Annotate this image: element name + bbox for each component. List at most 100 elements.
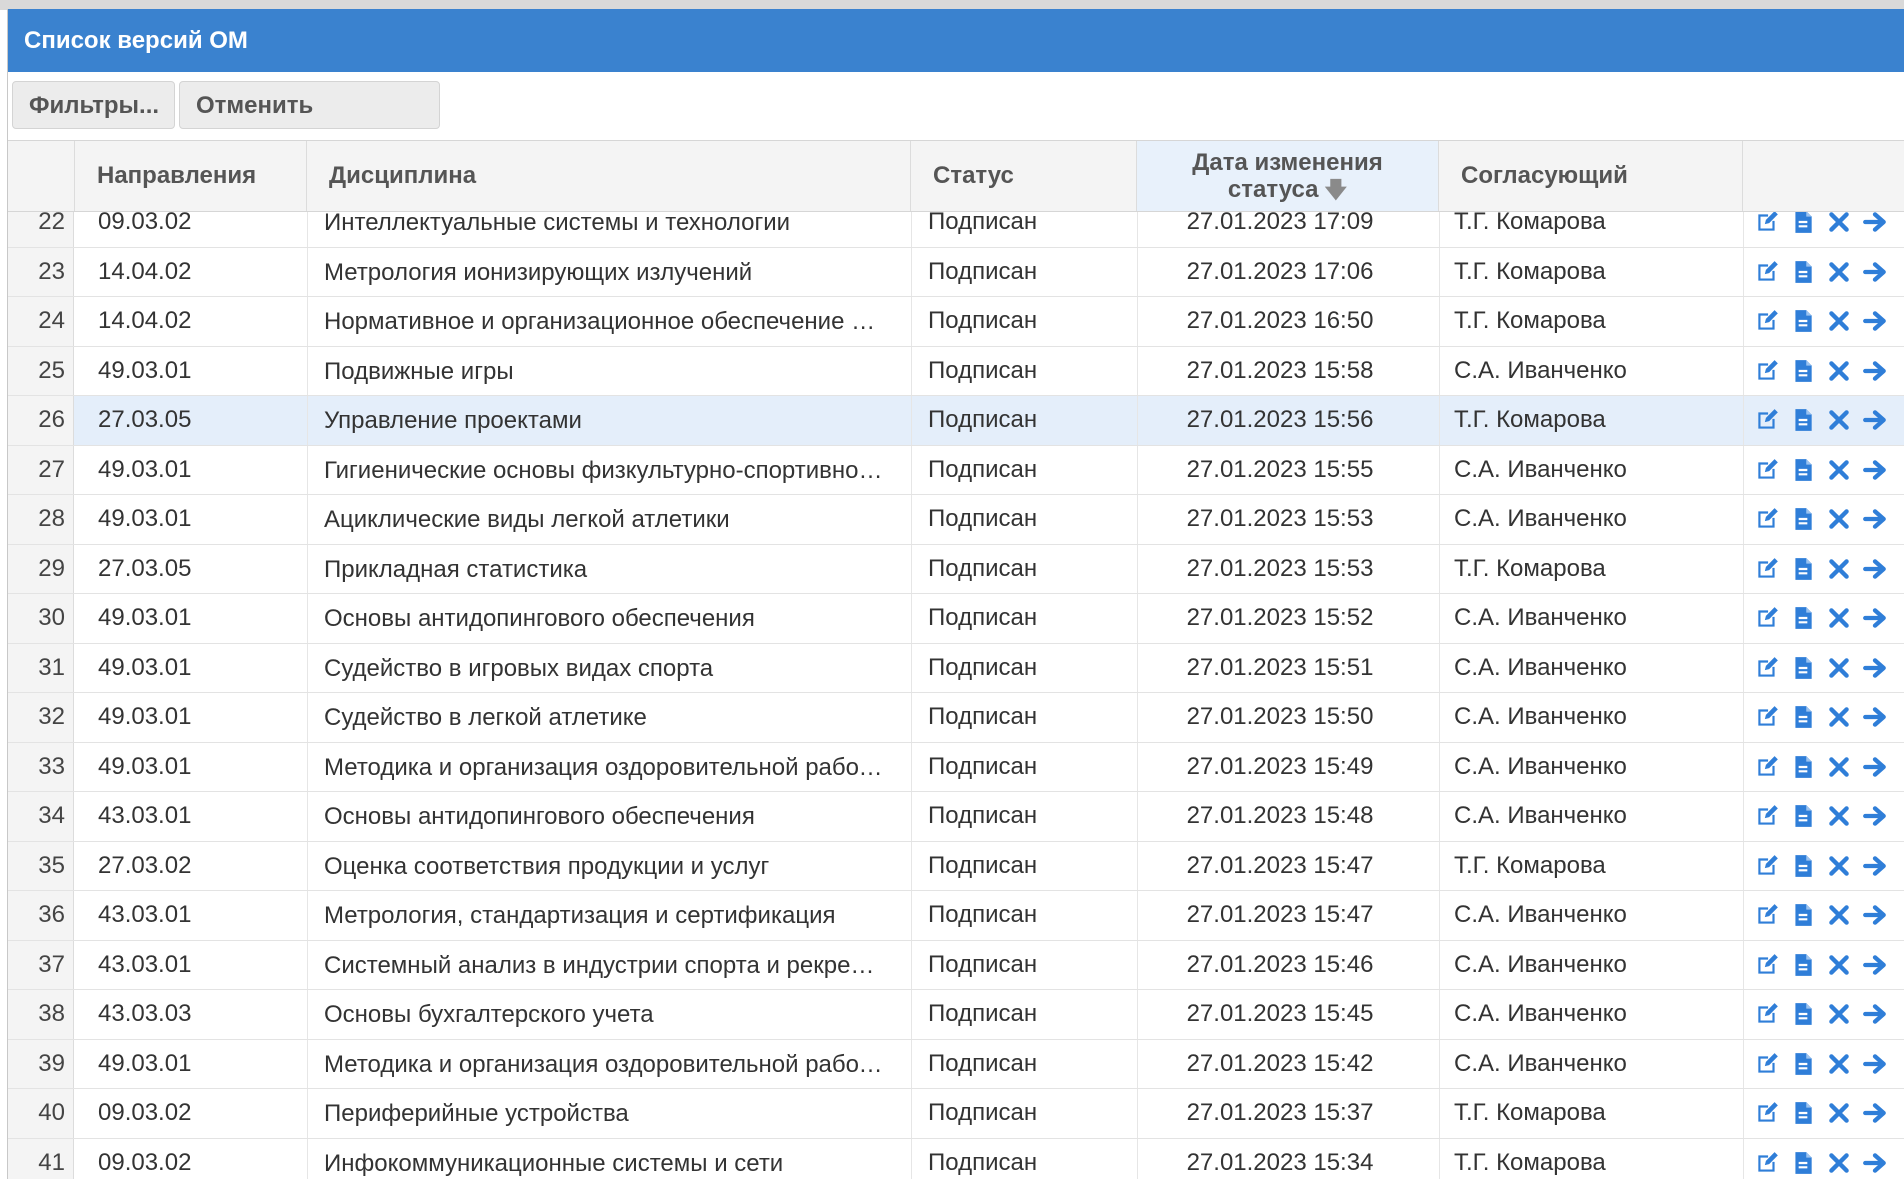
document-button[interactable] [1790, 407, 1816, 433]
edit-button[interactable] [1754, 853, 1780, 879]
open-button[interactable] [1862, 902, 1888, 928]
table-row[interactable]: 23 14.04.02 Метрология ионизирующих излуче… [8, 247, 1904, 297]
open-button[interactable] [1862, 407, 1888, 433]
open-button[interactable] [1862, 704, 1888, 730]
edit-button[interactable] [1754, 457, 1780, 483]
delete-button[interactable] [1826, 259, 1852, 285]
document-button[interactable] [1790, 1001, 1816, 1027]
open-button[interactable] [1862, 358, 1888, 384]
document-button[interactable] [1790, 1051, 1816, 1077]
column-header-approver[interactable]: Согласующий [1439, 141, 1743, 211]
table-row[interactable]: 24 14.04.02 Нормативное и организационное … [8, 297, 1904, 347]
table-row[interactable]: 26 27.03.05 Управление проектами Подписан 27… [8, 396, 1904, 446]
open-button[interactable] [1862, 1001, 1888, 1027]
column-header-direction[interactable]: Направления [75, 141, 307, 211]
table-row[interactable]: 36 43.03.01 Метрология, стандартизация и с… [8, 891, 1904, 941]
open-button[interactable] [1862, 209, 1888, 235]
delete-button[interactable] [1826, 853, 1852, 879]
column-header-date[interactable]: Дата изменения статуса 🡇 [1137, 141, 1439, 211]
document-button[interactable] [1790, 457, 1816, 483]
document-button[interactable] [1790, 952, 1816, 978]
edit-button[interactable] [1754, 704, 1780, 730]
delete-button[interactable] [1826, 803, 1852, 829]
edit-button[interactable] [1754, 754, 1780, 780]
edit-button[interactable] [1754, 1100, 1780, 1126]
document-button[interactable] [1790, 1150, 1816, 1176]
edit-button[interactable] [1754, 1001, 1780, 1027]
edit-button[interactable] [1754, 605, 1780, 631]
delete-button[interactable] [1826, 209, 1852, 235]
delete-button[interactable] [1826, 358, 1852, 384]
delete-button[interactable] [1826, 556, 1852, 582]
edit-button[interactable] [1754, 655, 1780, 681]
delete-button[interactable] [1826, 457, 1852, 483]
edit-button[interactable] [1754, 259, 1780, 285]
table-row[interactable]: 40 09.03.02 Периферийные устройства Подписа… [8, 1089, 1904, 1139]
delete-button[interactable] [1826, 1100, 1852, 1126]
open-button[interactable] [1862, 457, 1888, 483]
open-button[interactable] [1862, 1150, 1888, 1176]
open-button[interactable] [1862, 952, 1888, 978]
edit-button[interactable] [1754, 407, 1780, 433]
document-button[interactable] [1790, 605, 1816, 631]
delete-button[interactable] [1826, 704, 1852, 730]
open-button[interactable] [1862, 853, 1888, 879]
table-row[interactable]: 41 09.03.02 Инфокоммуникационные системы и… [8, 1138, 1904, 1179]
open-button[interactable] [1862, 1051, 1888, 1077]
document-button[interactable] [1790, 209, 1816, 235]
document-button[interactable] [1790, 902, 1816, 928]
table-row[interactable]: 25 49.03.01 Подвижные игры Подписан 27.01.20… [8, 346, 1904, 396]
open-button[interactable] [1862, 259, 1888, 285]
document-button[interactable] [1790, 704, 1816, 730]
table-row[interactable]: 35 27.03.02 Оценка соответствия продукции … [8, 841, 1904, 891]
delete-button[interactable] [1826, 506, 1852, 532]
document-button[interactable] [1790, 853, 1816, 879]
table-row[interactable]: 28 49.03.01 Ациклические виды легкой атлет… [8, 495, 1904, 545]
delete-button[interactable] [1826, 1051, 1852, 1077]
delete-button[interactable] [1826, 1001, 1852, 1027]
delete-button[interactable] [1826, 754, 1852, 780]
table-row[interactable]: 37 43.03.01 Системный анализ в индустрии с… [8, 940, 1904, 990]
reset-filters-button[interactable]: Отменить фильтры [179, 81, 440, 167]
edit-button[interactable] [1754, 1051, 1780, 1077]
edit-button[interactable] [1754, 556, 1780, 582]
edit-button[interactable] [1754, 803, 1780, 829]
open-button[interactable] [1862, 308, 1888, 334]
delete-button[interactable] [1826, 308, 1852, 334]
table-row[interactable]: 38 43.03.03 Основы бухгалтерского учета Под… [8, 990, 1904, 1040]
table-row[interactable]: 34 43.03.01 Основы антидопингового обеспеч… [8, 792, 1904, 842]
delete-button[interactable] [1826, 902, 1852, 928]
delete-button[interactable] [1826, 605, 1852, 631]
document-button[interactable] [1790, 259, 1816, 285]
edit-button[interactable] [1754, 506, 1780, 532]
column-header-discipline[interactable]: Дисциплина [307, 141, 911, 211]
delete-button[interactable] [1826, 1150, 1852, 1176]
open-button[interactable] [1862, 506, 1888, 532]
delete-button[interactable] [1826, 655, 1852, 681]
document-button[interactable] [1790, 803, 1816, 829]
column-header-status[interactable]: Статус [911, 141, 1137, 211]
delete-button[interactable] [1826, 952, 1852, 978]
edit-button[interactable] [1754, 308, 1780, 334]
table-row[interactable]: 32 49.03.01 Судейство в легкой атлетике Под… [8, 693, 1904, 743]
document-button[interactable] [1790, 506, 1816, 532]
edit-button[interactable] [1754, 952, 1780, 978]
filters-button[interactable]: Фильтры... [12, 81, 175, 129]
table-row[interactable]: 33 49.03.01 Методика и организация оздоров… [8, 742, 1904, 792]
open-button[interactable] [1862, 754, 1888, 780]
open-button[interactable] [1862, 605, 1888, 631]
open-button[interactable] [1862, 803, 1888, 829]
open-button[interactable] [1862, 1100, 1888, 1126]
table-row[interactable]: 39 49.03.01 Методика и организация оздоров… [8, 1039, 1904, 1089]
table-row[interactable]: 29 27.03.05 Прикладная статистика Подписан 2… [8, 544, 1904, 594]
table-row[interactable]: 31 49.03.01 Судейство в игровых видах спор… [8, 643, 1904, 693]
document-button[interactable] [1790, 1100, 1816, 1126]
open-button[interactable] [1862, 556, 1888, 582]
document-button[interactable] [1790, 556, 1816, 582]
document-button[interactable] [1790, 655, 1816, 681]
table-row[interactable]: 30 49.03.01 Основы антидопингового обеспеч… [8, 594, 1904, 644]
delete-button[interactable] [1826, 407, 1852, 433]
edit-button[interactable] [1754, 902, 1780, 928]
edit-button[interactable] [1754, 1150, 1780, 1176]
document-button[interactable] [1790, 754, 1816, 780]
